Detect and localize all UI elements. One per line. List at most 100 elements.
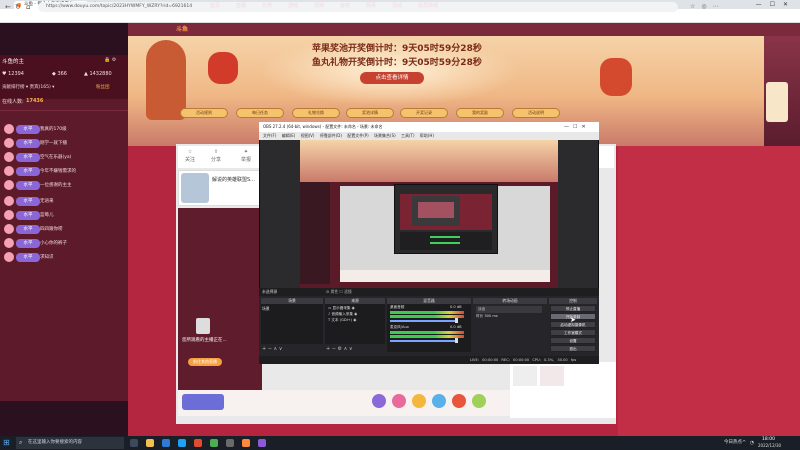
obs-taskbar-icon[interactable]: [226, 439, 234, 447]
properties-filters-buttons[interactable]: ⚙ 属性 ☐ 滤镜: [326, 288, 352, 296]
gift-bar-banner[interactable]: [182, 394, 224, 410]
scene-controls[interactable]: + − ∧ ∨: [262, 346, 282, 352]
gift-icon[interactable]: [452, 394, 466, 408]
fan-club-tab[interactable]: 粉丝团: [96, 84, 110, 90]
nav-item-category[interactable]: 分类: [262, 0, 272, 13]
scenes-list[interactable]: [261, 304, 323, 344]
edge-icon[interactable]: [178, 439, 186, 447]
gift-icon[interactable]: [472, 394, 486, 408]
nav-item-yuba[interactable]: 鱼吧: [340, 0, 350, 13]
banner-button[interactable]: 礼物兑换: [292, 108, 340, 118]
user-avatar[interactable]: [4, 166, 14, 176]
taskbar-search[interactable]: 在这里输入你要搜索的内容: [16, 437, 124, 449]
user-avatar[interactable]: [4, 152, 14, 162]
banner-button[interactable]: 活动规则: [180, 108, 228, 118]
banner-button[interactable]: 我的奖励: [456, 108, 504, 118]
banner-button[interactable]: 开奖记录: [400, 108, 448, 118]
back-icon[interactable]: ←: [5, 2, 11, 12]
nav-item-video[interactable]: 视频: [314, 0, 324, 13]
volume-slider-knob[interactable]: [455, 318, 458, 323]
store-icon[interactable]: [162, 439, 170, 447]
message-text: 无语来: [40, 199, 54, 204]
share-icon[interactable]: ⇪ 分享: [206, 148, 226, 164]
nav-item-game[interactable]: 游戏: [288, 0, 298, 13]
anchor-avatar[interactable]: [181, 173, 209, 203]
transition-duration[interactable]: 时长 300 ms: [476, 314, 498, 319]
chat-tabs[interactable]: 贡献排行榜 ▾ 贵宾(165) ▾: [2, 84, 54, 90]
lock-icon[interactable]: 🔒 ⚙: [104, 57, 116, 63]
app-icon[interactable]: [258, 439, 266, 447]
source-controls[interactable]: + − ⚙ ∧ ∨: [326, 346, 353, 352]
source-item[interactable]: ▭ 显示器采集 ◉: [328, 306, 355, 311]
browser-toolbar-icons[interactable]: ☆◎⋯: [690, 2, 725, 12]
message-text: 求知识: [40, 255, 54, 260]
user-avatar[interactable]: [4, 124, 14, 134]
user-avatar[interactable]: [4, 138, 14, 148]
message-text: 一位感谢的主主: [40, 183, 72, 188]
panel-thumbnail[interactable]: [540, 366, 564, 386]
obs-window-controls[interactable]: —☐✕: [564, 122, 590, 132]
volume-slider[interactable]: [390, 340, 456, 342]
go-other-live-button[interactable]: 前往其他直播: [188, 358, 222, 366]
gift-icon[interactable]: [392, 394, 406, 408]
source-item[interactable]: ♪ 音频输入采集 ◉: [328, 312, 357, 317]
gift-icon[interactable]: [432, 394, 446, 408]
site-logo[interactable]: 斗鱼: [176, 23, 188, 36]
address-bar[interactable]: https://www.douyu.com/topic/2023HYWMFY_W…: [38, 2, 678, 12]
volume-meter: [390, 315, 464, 318]
nav-item-home[interactable]: 首页: [210, 0, 220, 13]
douyu-taskbar-icon[interactable]: [242, 439, 250, 447]
news-widget[interactable]: 今日热点: [724, 437, 742, 449]
app-icon[interactable]: [210, 439, 218, 447]
banner-button[interactable]: 每日任务: [236, 108, 284, 118]
obs-source-toolbar: [259, 288, 599, 296]
preview-banner: [300, 140, 558, 182]
anchor-name[interactable]: 解说的英雄联盟S...: [212, 176, 255, 183]
online-count: 17436: [26, 98, 44, 104]
gift-icon[interactable]: [412, 394, 426, 408]
nav-item-esports[interactable]: 赛事: [366, 0, 376, 13]
user-avatar[interactable]: [4, 180, 14, 190]
preview-obs-docks: [400, 232, 492, 250]
lantern-decoration: [600, 58, 632, 96]
windows-start-icon[interactable]: ⊞: [3, 438, 10, 448]
chrome-icon[interactable]: [194, 439, 202, 447]
user-avatar[interactable]: [4, 238, 14, 248]
task-view-icon[interactable]: [130, 439, 138, 447]
gift-icon[interactable]: [372, 394, 386, 408]
nav-item-live[interactable]: 直播: [236, 0, 246, 13]
window-controls[interactable]: —☐✕: [756, 0, 796, 9]
nav-item-shop[interactable]: 会员商城: [418, 0, 438, 13]
user-avatar[interactable]: [4, 252, 14, 262]
user-avatar[interactable]: [4, 210, 14, 220]
studio-mode-button[interactable]: 工作室模式: [550, 329, 596, 336]
volume-slider-knob[interactable]: [455, 338, 458, 343]
source-item[interactable]: T 文本 (GDI+) ◉: [328, 318, 356, 323]
message-text: 蓝莓儿: [40, 213, 54, 218]
exit-button[interactable]: 退出: [550, 345, 596, 352]
stop-streaming-button[interactable]: 停止直播: [550, 305, 596, 312]
follow-icon[interactable]: ☆ 关注: [180, 148, 200, 164]
banner-button[interactable]: 奖池详情: [346, 108, 394, 118]
view-details-button[interactable]: 点击查看详情: [360, 72, 424, 84]
banner-button[interactable]: 活动说明: [512, 108, 560, 118]
clock-date[interactable]: 2022/12/30: [758, 443, 781, 449]
obs-status-text: LIVE: 00:00:00 REC: 00:00:00 CPU: 0.3%, …: [470, 358, 577, 362]
volume-slider[interactable]: [390, 320, 456, 322]
obs-menu-items[interactable]: 文件(F) 编辑(E) 视图(V) 停靠部件(D) 配置文件(P) 场景集合(S…: [263, 132, 434, 140]
side-ad[interactable]: [766, 82, 788, 122]
user-avatar[interactable]: [4, 224, 14, 234]
file-explorer-icon[interactable]: [146, 439, 154, 447]
home-icon[interactable]: ⌂: [26, 2, 30, 12]
settings-button[interactable]: 设置: [550, 337, 596, 344]
scene-item[interactable]: 场景: [262, 306, 270, 312]
nav-item-events[interactable]: 活动: [392, 0, 402, 13]
search-icon: ⌕: [19, 439, 23, 446]
system-tray-icons[interactable]: ^ ◔: [742, 437, 755, 449]
refresh-icon[interactable]: ↻: [15, 2, 21, 12]
transition-select[interactable]: 淡出: [476, 306, 542, 313]
user-avatar[interactable]: [4, 196, 14, 206]
panel-thumbnail[interactable]: [513, 366, 537, 386]
report-icon[interactable]: ✦ 举报: [236, 148, 256, 164]
offline-title: 您所观看的主播正在...: [182, 338, 227, 343]
